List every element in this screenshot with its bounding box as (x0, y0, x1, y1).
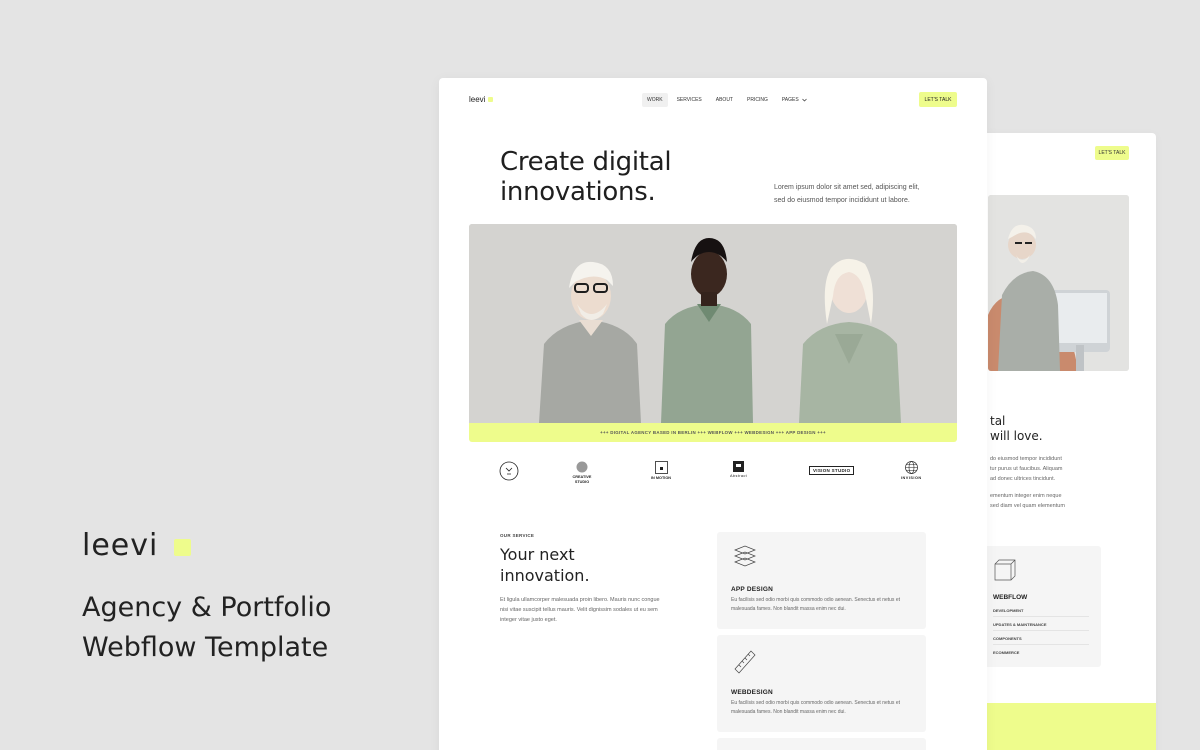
brand-square-icon (174, 539, 192, 556)
client-logo (499, 461, 519, 483)
client-logo-label: IN MOTION (651, 476, 672, 480)
services-text: Et ligula ullamcorper malesuada proin li… (500, 597, 660, 623)
client-logo-label: VISION STUDIO (809, 466, 855, 475)
brand-tagline: Agency & Portfolio Webflow Template (82, 588, 402, 668)
back-card-item[interactable]: ECOMMERCE (993, 650, 1089, 658)
service-card-desc: Eu facilisis sed odio morbi quis commodo… (731, 700, 900, 715)
nav-item-pricing[interactable]: PRICING (742, 93, 773, 107)
hero-subtitle-line-2: sed do eiusmod tempor incididunt ut labo… (774, 197, 910, 204)
back-para2-line: sed diam vel quam elementum (990, 503, 1065, 509)
nav-item-services[interactable]: SERVICES (672, 93, 707, 107)
nav-label: ABOUT (715, 97, 733, 103)
logo-square-icon (488, 97, 494, 102)
main-nav: WORK SERVICES ABOUT PRICING PAGES (642, 93, 812, 107)
back-para1-line: tur purus ut faucibus. Aliquam (990, 466, 1063, 472)
client-logo-label: CREATIVE STUDIO (572, 475, 592, 484)
client-logo: CREATIVE STUDIO (571, 461, 593, 484)
hero-title-line-1: Create digital (500, 147, 672, 177)
back-hero-image (988, 195, 1129, 371)
hero-subtitle: Lorem ipsum dolor sit amet sed, adipisci… (774, 181, 934, 207)
service-card-partial[interactable] (717, 738, 926, 750)
secondary-page-preview: LET'S TALK tal will love. do eiusmod tem… (960, 133, 1156, 750)
tagline-line-2: Webflow Template (82, 632, 329, 663)
service-card-title: APP DESIGN (731, 586, 773, 593)
back-paragraph-2: ementum integer enim neque sed diam vel … (990, 491, 1110, 511)
emblem-icon (499, 461, 519, 481)
hero-subtitle-line-1: Lorem ipsum dolor sit amet sed, adipisci… (774, 184, 920, 191)
hero-title: Create digital innovations. (500, 147, 672, 207)
back-paragraph-1: do eiusmod tempor incididunt tur purus u… (990, 454, 1110, 484)
back-heading: tal will love. (990, 414, 1043, 444)
tagline-line-1: Agency & Portfolio (82, 592, 332, 623)
globe-logo-icon (904, 461, 918, 474)
client-logo: Abstract (730, 461, 747, 478)
back-yellow-block (982, 703, 1156, 750)
dark-square-logo-icon (733, 461, 745, 472)
back-card-item[interactable]: UPDATES & MAINTENANCE (993, 622, 1089, 631)
service-card-desc: Eu facilisis sed odio morbi quis commodo… (731, 597, 900, 612)
ruler-icon (734, 650, 756, 674)
back-para2-line: ementum integer enim neque (990, 493, 1062, 499)
nav-label: PRICING (747, 97, 768, 103)
back-para1-line: ad donec ultrices tincidunt. (990, 476, 1056, 482)
chevron-down-icon (801, 98, 807, 102)
services-title: Your next innovation. (500, 544, 590, 586)
nav-label: SERVICES (676, 97, 702, 103)
client-logo-label: Abstract (730, 474, 748, 478)
back-card-title: WEBFLOW (993, 594, 1028, 601)
brand-wordmark: leevi (82, 528, 159, 563)
back-card-item[interactable]: COMPONENTS (993, 636, 1089, 645)
client-logo: VISION STUDIO (809, 466, 855, 475)
nav-item-pages[interactable]: PAGES (777, 93, 812, 107)
client-logo: INVISION (901, 461, 922, 480)
back-webflow-card: WEBFLOW DEVELOPMENT UPDATES & MAINTENANC… (982, 546, 1101, 667)
circle-logo-icon (576, 461, 588, 473)
nav-label: WORK (647, 97, 663, 103)
back-heading-line-2: will love. (990, 429, 1043, 443)
ticker-banner: +++ DIGITAL AGENCY BASED IN BERLIN +++ W… (469, 423, 957, 442)
nav-logo[interactable]: leevi (469, 95, 494, 104)
services-title-line-2: innovation. (500, 566, 590, 585)
services-label: OUR SERVICE (500, 533, 535, 538)
nav-label: PAGES (781, 97, 799, 103)
hero-image (469, 224, 957, 423)
back-para1-line: do eiusmod tempor incididunt (990, 456, 1062, 462)
lets-talk-button[interactable]: LET'S TALK (919, 92, 957, 107)
nav-logo-text: leevi (469, 95, 486, 104)
client-logo-label: INVISION (901, 476, 922, 480)
hero-title-line-2: innovations. (500, 177, 656, 207)
cube-icon (994, 559, 1016, 581)
nav-item-work[interactable]: WORK (642, 93, 668, 107)
services-title-line-1: Your next (500, 545, 575, 564)
back-heading-line-1: tal (990, 414, 1006, 428)
square-frame-logo-icon (654, 461, 668, 474)
brand-logo: leevi (82, 528, 192, 563)
main-page-preview: leevi WORK SERVICES ABOUT PRICING PAGES … (439, 78, 987, 750)
service-card-title: WEBDESIGN (731, 689, 773, 696)
client-logos: CREATIVE STUDIO IN MOTION Abstract VISIO… (494, 461, 934, 487)
client-logo: IN MOTION (651, 461, 671, 480)
back-card-item[interactable]: DEVELOPMENT (993, 608, 1089, 617)
back-cta-button[interactable]: LET'S TALK (1095, 146, 1129, 160)
layers-icon (734, 545, 756, 567)
service-card-app-design[interactable]: APP DESIGN Eu facilisis sed odio morbi q… (717, 532, 926, 629)
service-card-webdesign[interactable]: WEBDESIGN Eu facilisis sed odio morbi qu… (717, 635, 926, 732)
nav-item-about[interactable]: ABOUT (711, 93, 738, 107)
